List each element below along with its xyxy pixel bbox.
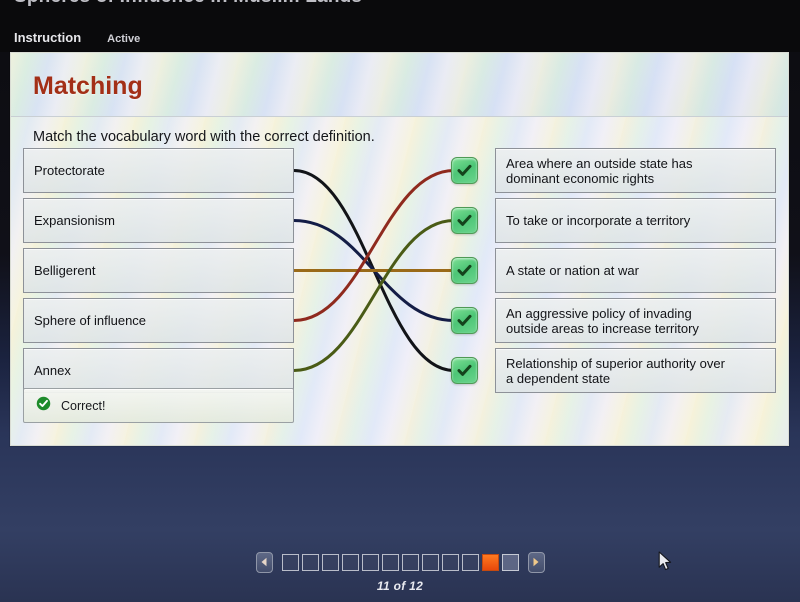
definition-line: A state or nation at war xyxy=(506,263,639,278)
match-check-column xyxy=(451,148,478,393)
match-checkbox[interactable] xyxy=(451,157,478,184)
lesson-title: Spheres of Influence in Muslim Lands xyxy=(14,0,362,8)
term-box[interactable]: Belligerent xyxy=(23,248,294,293)
match-checkbox[interactable] xyxy=(451,357,478,384)
definitions-column: Area where an outside state has dominant… xyxy=(495,148,776,393)
page-dot-11[interactable] xyxy=(481,554,499,571)
definition-line: To take or incorporate a territory xyxy=(506,213,691,228)
definition-line: outside areas to increase territory xyxy=(506,320,699,336)
term-box[interactable]: Sphere of influence xyxy=(23,298,294,343)
breadcrumb-instruction[interactable]: Instruction xyxy=(14,30,81,45)
feedback-banner: Correct! xyxy=(23,388,294,423)
definition-box[interactable]: An aggressive policy of invading outside… xyxy=(495,298,776,343)
definition-box[interactable]: A state or nation at war xyxy=(495,248,776,293)
term-label: Protectorate xyxy=(34,163,105,178)
page-dot-1[interactable] xyxy=(281,554,299,571)
terms-column: Protectorate Expansionism Belligerent Sp… xyxy=(23,148,294,393)
feedback-text: Correct! xyxy=(61,398,106,413)
page-dot-3[interactable] xyxy=(321,554,339,571)
connector-line xyxy=(294,169,454,372)
page-dot-9[interactable] xyxy=(441,554,459,571)
check-circle-icon xyxy=(36,396,51,416)
definition-line: a dependent state xyxy=(506,370,611,386)
definition-line: Area where an outside state has xyxy=(506,155,693,171)
triangle-left-icon xyxy=(260,554,268,572)
definition-box[interactable]: To take or incorporate a territory xyxy=(495,198,776,243)
top-bar: Spheres of Influence in Muslim Lands Ins… xyxy=(0,0,800,52)
triangle-right-icon xyxy=(532,554,540,572)
page-dot-6[interactable] xyxy=(381,554,399,571)
page-dot-2[interactable] xyxy=(301,554,319,571)
connector-line xyxy=(294,219,454,372)
arrow-cursor xyxy=(658,551,673,578)
page-dots xyxy=(281,554,519,571)
match-checkbox[interactable] xyxy=(451,257,478,284)
check-icon xyxy=(456,212,473,229)
term-label: Expansionism xyxy=(34,213,115,228)
match-connector-lines xyxy=(294,169,454,372)
match-checkbox[interactable] xyxy=(451,307,478,334)
definition-line: An aggressive policy of invading xyxy=(506,305,692,321)
page-dot-12[interactable] xyxy=(501,554,519,571)
activity-card: Matching Match the vocabulary word with … xyxy=(10,52,789,446)
definition-line: Relationship of superior authority over xyxy=(506,355,725,371)
check-icon xyxy=(456,312,473,329)
definition-line: dominant economic rights xyxy=(506,170,655,186)
page-title: Matching xyxy=(33,72,143,100)
breadcrumb-active[interactable]: Active xyxy=(107,33,140,45)
connector-line xyxy=(294,169,454,322)
pagination-row xyxy=(255,552,545,573)
term-box[interactable]: Expansionism xyxy=(23,198,294,243)
screen: Spheres of Influence in Muslim Lands Ins… xyxy=(0,0,800,602)
page-dot-8[interactable] xyxy=(421,554,439,571)
prev-page-button[interactable] xyxy=(255,552,273,573)
check-icon xyxy=(456,262,473,279)
match-checkbox[interactable] xyxy=(451,207,478,234)
term-label: Annex xyxy=(34,363,71,378)
term-label: Belligerent xyxy=(34,263,96,278)
term-box[interactable]: Protectorate xyxy=(23,148,294,193)
definition-box[interactable]: Relationship of superior authority over … xyxy=(495,348,776,393)
page-dot-10[interactable] xyxy=(461,554,479,571)
card-header: Matching xyxy=(11,53,788,117)
page-dot-5[interactable] xyxy=(361,554,379,571)
check-icon xyxy=(456,362,473,379)
term-box[interactable]: Annex xyxy=(23,348,294,393)
page-dot-4[interactable] xyxy=(341,554,359,571)
page-dot-7[interactable] xyxy=(401,554,419,571)
breadcrumb: Instruction Active xyxy=(14,30,140,45)
check-icon xyxy=(456,162,473,179)
term-label: Sphere of influence xyxy=(34,313,147,328)
page-counter-label: 11 of 12 xyxy=(376,579,424,593)
instruction-text: Match the vocabulary word with the corre… xyxy=(33,129,375,145)
next-page-button[interactable] xyxy=(527,552,545,573)
connector-line xyxy=(294,219,454,322)
pagination: 11 of 12 xyxy=(0,552,800,593)
definition-box[interactable]: Area where an outside state has dominant… xyxy=(495,148,776,193)
